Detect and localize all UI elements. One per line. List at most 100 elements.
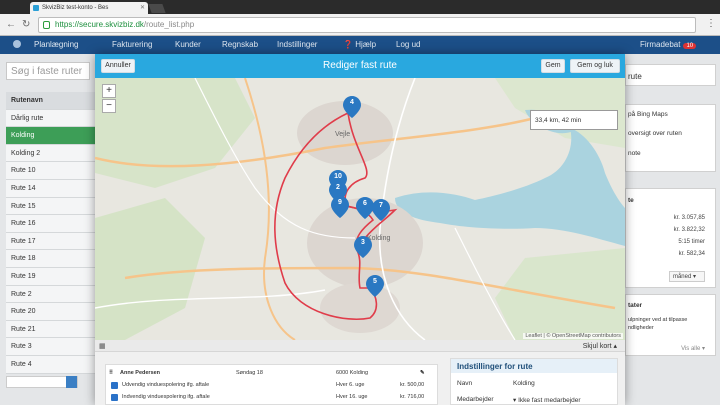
nav-item-invoicing[interactable]: Fakturering <box>112 40 152 49</box>
route-list: Rutenavn Dårlig rute Kolding Kolding 2 R… <box>6 92 95 374</box>
show-all-link[interactable]: Vis alle ▾ <box>681 345 705 352</box>
nav-item-planning[interactable]: Planlægning <box>34 40 78 49</box>
url-path: /route_list.php <box>143 20 195 29</box>
new-tab-button[interactable] <box>148 4 166 13</box>
nav-item-accounting[interactable]: Regnskab <box>222 40 258 49</box>
pin-label: 2 <box>336 184 340 191</box>
note-link[interactable]: note <box>628 150 641 157</box>
tab-title: SkvizBiz test-konto - Bes <box>42 5 109 11</box>
route-detail-panel: rute på Bing Maps oversigt over ruten no… <box>625 54 720 405</box>
list-item[interactable]: Rute 4 <box>6 355 95 374</box>
list-item[interactable]: Rute 16 <box>6 215 95 233</box>
task-price: kr. 500,00 <box>400 382 425 388</box>
list-item[interactable]: Dårlig rute <box>6 109 95 128</box>
help-icon: ❓ <box>343 40 353 49</box>
browser-window: SkvizBiz test-konto - Bes ✕ ← ↻ https://… <box>0 0 720 405</box>
map-town-label: Vejle <box>335 131 350 138</box>
tab-bar: SkvizBiz test-konto - Bes ✕ <box>0 0 720 14</box>
task-checkbox[interactable] <box>111 382 118 389</box>
reload-icon[interactable]: ↻ <box>22 18 30 32</box>
url-host: https://secure.skvizbiz.dk <box>55 20 144 29</box>
back-icon[interactable]: ← <box>6 18 16 32</box>
hide-map-button[interactable]: Skjul kort ▴ <box>583 342 617 350</box>
map-pin[interactable]: 7 <box>372 199 390 221</box>
firm-menu[interactable]: Firmadebat 10 <box>640 40 697 49</box>
list-item[interactable]: Rute 2 <box>6 285 95 304</box>
route-box: rute <box>625 64 716 86</box>
bing-maps-link[interactable]: på Bing Maps <box>628 111 668 118</box>
lock-icon <box>43 21 50 29</box>
chevron-down-icon: ▾ <box>701 346 705 352</box>
nav-item-logout[interactable]: Log ud <box>396 40 420 49</box>
list-item[interactable]: Rute 15 <box>6 197 95 216</box>
list-item[interactable]: Rute 14 <box>6 179 95 198</box>
list-item[interactable]: Rute 20 <box>6 303 95 321</box>
map-attribution[interactable]: Leaflet | © OpenStreetMap contributors <box>523 333 623 339</box>
list-item[interactable]: Rute 19 <box>6 267 95 286</box>
list-item-selected[interactable]: Kolding <box>6 127 95 145</box>
route-search-input[interactable]: Søg i faste ruter <box>6 62 90 80</box>
status-title: tater <box>628 302 643 309</box>
pager-button[interactable] <box>66 376 77 388</box>
route-settings-panel: Indstillinger for rute Navn Kolding Meda… <box>450 358 618 405</box>
list-item[interactable]: Rute 3 <box>6 338 95 356</box>
chevron-down-icon: ▾ <box>692 274 696 280</box>
close-tab-icon[interactable]: ✕ <box>140 4 145 11</box>
zoom-out-button[interactable]: − <box>102 99 116 113</box>
list-item[interactable]: Rute 10 <box>6 162 95 180</box>
pin-label: 5 <box>373 278 377 285</box>
summary-box: te kr. 3.057,85 kr. 3.822,32 5:15 timer … <box>625 188 716 288</box>
nav-item-customers[interactable]: Kunder <box>175 40 201 49</box>
map-pin[interactable]: 9 <box>331 196 349 218</box>
task-name: Indvendig vinduespolering ifg. aftale <box>122 394 210 400</box>
summary-value: kr. 3.822,32 <box>673 227 705 233</box>
notification-badge: 10 <box>683 43 697 49</box>
list-item[interactable]: Rute 21 <box>6 320 95 339</box>
worker-label: Medarbejder <box>457 396 494 403</box>
browser-toolbar: ← ↻ https://secure.skvizbiz.dk/route_lis… <box>0 14 720 36</box>
map-pin[interactable]: 4 <box>343 96 361 118</box>
map-pin[interactable]: 3 <box>354 236 372 258</box>
list-item[interactable]: Rute 17 <box>6 232 95 251</box>
route-stops-list: ⠿ Anne Pedersen Søndag 18 6000 Kolding ✎… <box>105 364 438 405</box>
summary-value: kr. 3.057,85 <box>673 215 705 221</box>
task-frequency: Hver 6. uge <box>336 382 365 388</box>
nav-item-help[interactable]: ❓ Hjælp <box>343 40 376 49</box>
table-row[interactable]: ⠿ Anne Pedersen Søndag 18 6000 Kolding ✎ <box>106 367 437 379</box>
table-row[interactable]: Indvendig vinduespolering ifg. aftale Hv… <box>106 391 437 403</box>
nav-item-settings[interactable]: Indstillinger <box>277 40 317 49</box>
route-overview-link[interactable]: oversigt over ruten <box>628 130 682 137</box>
status-text: ndligheder <box>628 325 654 331</box>
period-select-value: måned <box>672 274 692 280</box>
zoom-in-button[interactable]: + <box>102 84 116 98</box>
period-select[interactable]: måned ▾ <box>668 271 705 282</box>
chevron-down-icon: ▾ <box>513 397 517 404</box>
drag-icon[interactable]: ⠿ <box>109 370 113 376</box>
save-button[interactable]: Gem <box>541 59 565 73</box>
worker-select[interactable]: ▾ Ikke fast medarbejder <box>513 396 581 404</box>
pin-label: 9 <box>338 199 342 206</box>
firm-label: Firmadebat <box>640 40 681 49</box>
status-text: ulpninger ved at tilpasse <box>628 317 688 323</box>
task-price: kr. 716,00 <box>400 394 425 400</box>
route-name-field[interactable]: Kolding <box>513 380 535 387</box>
name-label: Navn <box>457 380 473 387</box>
status-box: tater ulpninger ved at tilpasse ndlighed… <box>625 294 716 356</box>
pin-label: 10 <box>334 173 342 180</box>
list-item[interactable]: Rute 18 <box>6 250 95 268</box>
edit-icon[interactable]: ✎ <box>420 370 425 376</box>
route-map[interactable]: Vejle Kolding + − 4 10 2 9 6 7 3 5 33,4 … <box>95 78 625 340</box>
map-pin[interactable]: 5 <box>366 275 384 297</box>
list-item[interactable]: Kolding 2 <box>6 144 95 163</box>
route-list-header[interactable]: Rutenavn <box>6 92 95 110</box>
drag-handle-icon[interactable]: ▦ <box>99 342 106 350</box>
browser-menu-icon[interactable]: ⋮ <box>706 18 716 30</box>
pin-label: 7 <box>379 202 383 209</box>
save-and-close-button[interactable]: Gem og luk <box>570 59 620 73</box>
address-bar[interactable]: https://secure.skvizbiz.dk/route_list.ph… <box>38 17 696 33</box>
browser-tab[interactable]: SkvizBiz test-konto - Bes ✕ <box>30 2 148 14</box>
pin-label: 3 <box>361 239 365 246</box>
home-icon[interactable] <box>13 40 21 48</box>
task-checkbox[interactable] <box>111 394 118 401</box>
table-row[interactable]: Udvendig vinduespolering ifg. aftale Hve… <box>106 379 437 391</box>
